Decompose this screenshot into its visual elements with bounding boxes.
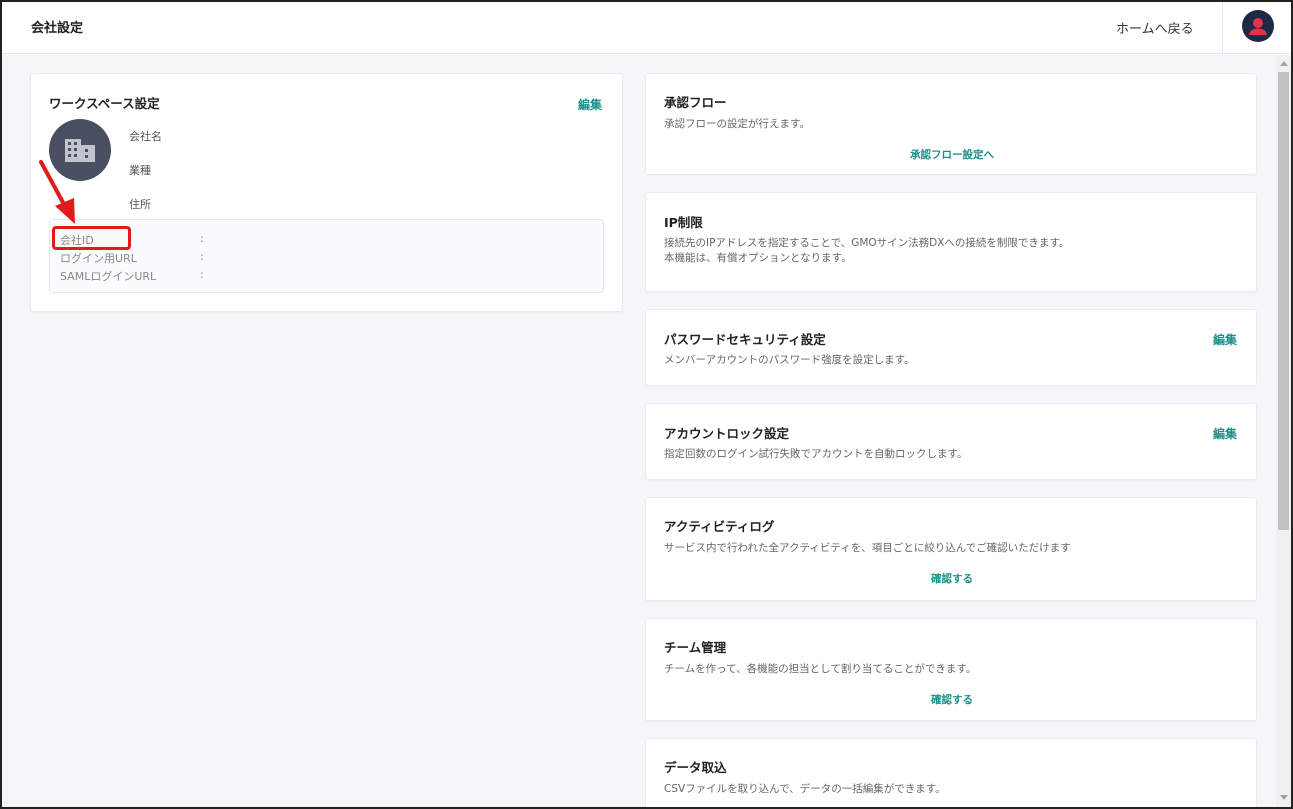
workspace-settings-card: ワークスペース設定 編集 会社名 業種 住所 会社ID : ログイン用URL:… — [30, 73, 623, 312]
login-url-separator: : — [200, 250, 204, 263]
approval-flow-card: 承認フロー 承認フローの設定が行えます。 承認フロー設定へ — [645, 73, 1257, 175]
login-url-label: ログイン用URL — [60, 252, 137, 265]
account-lock-edit-button[interactable]: 編集 — [1213, 425, 1237, 442]
password-security-card: パスワードセキュリティ設定 編集 メンバーアカウントのパスワード強度を設定します… — [645, 309, 1257, 386]
saml-url-separator: : — [200, 268, 204, 281]
ip-restriction-description-1: 接続先のIPアドレスを指定することで、GMOサイン法務DXへの接続を制限できます… — [664, 237, 1070, 249]
page-title: 会社設定 — [31, 21, 84, 36]
company-name-label: 会社名 — [129, 130, 162, 143]
activity-log-description: サービス内で行われた全アクティビティを、項目ごとに絞り込んでご確認いただけます — [664, 542, 1071, 554]
account-lock-title: アカウントロック設定 — [664, 426, 790, 441]
ip-restriction-description-2: 本機能は、有償オプションとなります。 — [664, 252, 852, 264]
topbar-divider — [1222, 0, 1223, 54]
scroll-up-icon[interactable] — [1280, 61, 1288, 66]
approval-flow-settings-link[interactable]: 承認フロー設定へ — [646, 147, 1258, 162]
industry-label: 業種 — [129, 164, 151, 177]
vertical-scrollbar[interactable] — [1276, 55, 1291, 807]
home-link[interactable]: ホームへ戻る — [1116, 18, 1194, 37]
annotation-arrow-icon — [39, 160, 75, 224]
workspace-settings-title: ワークスペース設定 — [49, 96, 160, 111]
content-area: ワークスペース設定 編集 会社名 業種 住所 会社ID : ログイン用URL:… — [2, 55, 1276, 807]
data-import-title: データ取込 — [664, 760, 727, 775]
data-import-card: データ取込 CSVファイルを取り込んで、データの一括編集ができます。 — [645, 738, 1257, 807]
account-lock-card: アカウントロック設定 編集 指定回数のログイン試行失敗でアカウントを自動ロックし… — [645, 403, 1257, 480]
team-management-title: チーム管理 — [664, 640, 727, 655]
team-management-card: チーム管理 チームを作って、各機能の担当として割り当てることができます。 確認す… — [645, 618, 1257, 721]
activity-log-card: アクティビティログ サービス内で行われた全アクティビティを、項目ごとに絞り込んで… — [645, 497, 1257, 601]
activity-log-confirm-link[interactable]: 確認する — [646, 571, 1258, 586]
company-id-highlight — [52, 226, 131, 250]
top-bar: 会社設定 ホームへ戻る — [0, 0, 1293, 54]
team-management-description: チームを作って、各機能の担当として割り当てることができます。 — [664, 663, 977, 675]
team-management-confirm-link[interactable]: 確認する — [646, 692, 1258, 707]
password-security-title: パスワードセキュリティ設定 — [664, 332, 826, 347]
workspace-edit-button[interactable]: 編集 — [578, 96, 602, 113]
address-label: 住所 — [129, 198, 151, 211]
account-lock-description: 指定回数のログイン試行失敗でアカウントを自動ロックします。 — [664, 448, 968, 460]
user-avatar-icon[interactable] — [1242, 10, 1274, 42]
approval-flow-description: 承認フローの設定が行えます。 — [664, 118, 810, 130]
company-id-separator: : — [200, 232, 204, 245]
approval-flow-title: 承認フロー — [664, 95, 727, 110]
ip-restriction-title: IP制限 — [664, 215, 703, 230]
ip-restriction-card: IP制限 接続先のIPアドレスを指定することで、GMOサイン法務DXへの接続を制… — [645, 192, 1257, 292]
company-info-box: 会社ID : ログイン用URL : SAMLログインURL : — [49, 219, 604, 293]
scroll-thumb[interactable] — [1278, 72, 1289, 530]
activity-log-title: アクティビティログ — [664, 519, 775, 534]
scroll-down-icon[interactable] — [1280, 795, 1288, 800]
password-security-edit-button[interactable]: 編集 — [1213, 331, 1237, 348]
password-security-description: メンバーアカウントのパスワード強度を設定します。 — [664, 354, 915, 366]
saml-url-label: SAMLログインURL — [60, 270, 157, 283]
data-import-description: CSVファイルを取り込んで、データの一括編集ができます。 — [664, 783, 946, 795]
